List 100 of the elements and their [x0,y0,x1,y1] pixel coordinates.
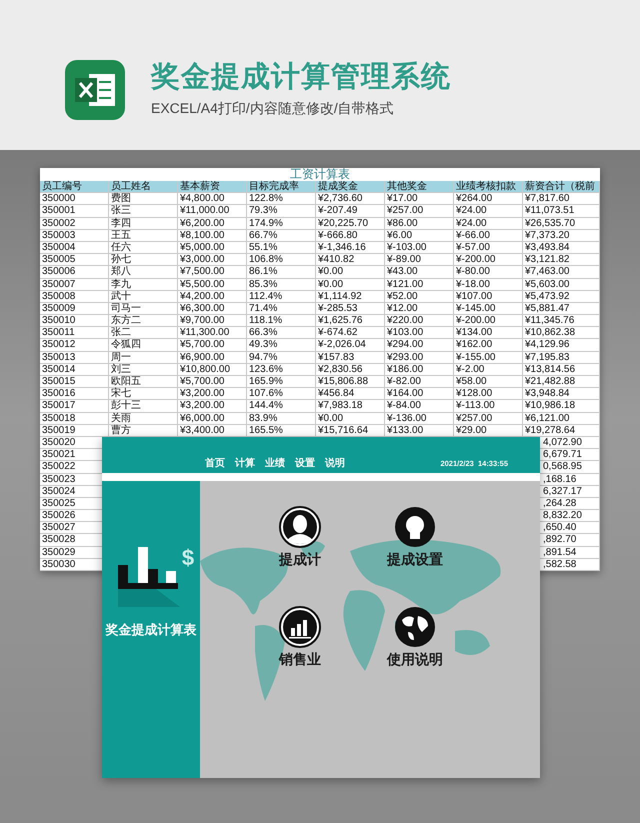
table-cell: ¥1,114.92 [316,290,385,303]
table-cell: 刘三 [109,364,178,376]
table-cell: ¥3,000.00 [178,254,247,266]
table-cell: ¥257.00 [385,205,454,218]
table-cell: ¥264.00 [454,193,523,206]
table-cell: 张二 [109,327,178,340]
column-header: 基本薪资 [178,181,247,194]
menu-tile-button[interactable]: 提成计 [279,506,321,569]
table-cell: ¥5,500.00 [178,278,247,291]
table-cell: ¥0.00 [316,412,385,425]
table-cell: ¥15,806.88 [316,376,385,388]
table-cell: ¥52.00 [385,290,454,303]
table-cell: ¥4,200.00 [178,290,247,303]
table-cell: ¥6.00 [385,230,454,242]
table-cell: 86.1% [247,266,316,278]
table-cell: 79.3% [247,205,316,218]
table-cell: ¥17.00 [385,193,454,206]
table-cell: 144.4% [247,400,316,413]
globe-icon [394,606,436,648]
table-cell: 350003 [40,230,109,242]
table-cell: ¥6,900.00 [178,352,247,364]
table-cell: ¥2,830.56 [316,364,385,376]
table-cell: ¥24.00 [454,218,523,230]
table-cell: ¥-18.00 [454,278,523,291]
nav-link[interactable]: 设置 [295,458,315,470]
table-cell: 350011 [40,327,109,340]
nav-link[interactable]: 计算 [235,458,255,470]
table-cell: ¥-200.00 [454,315,523,328]
table-cell: 71.4% [247,302,316,316]
table-cell: ¥0.00 [316,266,385,278]
column-header: 员工编号 [40,181,109,194]
menu-tile-button[interactable]: 销售业 [279,606,321,669]
table-cell: 123.6% [247,364,316,376]
table-cell: 174.9% [247,218,316,230]
table-cell: 欧阳五 [109,376,178,388]
table-cell: ¥220.00 [385,315,454,328]
table-cell: ¥3,948.84 [523,388,600,400]
table-cell: ¥-2.00 [454,364,523,376]
table-cell: ¥7,817.60 [523,193,600,206]
table-cell: ¥293.00 [385,352,454,364]
table-cell: ¥-674.62 [316,327,385,340]
menu-tile-button[interactable]: 使用说明 [387,606,443,669]
table-cell: ¥103.00 [385,327,454,340]
table-cell: 任六 [109,242,178,254]
table-cell: 350005 [40,254,109,266]
table-cell: ¥11,300.00 [178,327,247,340]
table-cell: ¥-84.00 [385,400,454,413]
table-cell: ¥11,345.76 [523,315,600,328]
table-cell: 118.1% [247,315,316,328]
table-cell: 350015 [40,376,109,388]
table-cell: 350004 [40,242,109,254]
table-cell: ¥3,121.82 [523,254,600,266]
table-cell: ¥-2,026.04 [316,339,385,352]
table-cell: ¥24.00 [454,205,523,218]
table-cell: ¥-136.00 [385,412,454,425]
table-cell: 165.9% [247,376,316,388]
table-cell: ¥7,500.00 [178,266,247,278]
table-cell: 350012 [40,339,109,352]
table-cell: 宋七 [109,388,178,400]
table-cell: ¥186.00 [385,364,454,376]
table-cell: ¥294.00 [385,339,454,352]
table-cell: 85.3% [247,278,316,291]
table-cell: ¥10,862.38 [523,327,600,340]
table-cell: 350018 [40,412,109,425]
table-cell: 郑八 [109,266,178,278]
table-cell: ¥5,000.00 [178,242,247,254]
table-cell: ¥11,073.51 [523,205,600,218]
table-cell: 彭十三 [109,400,178,413]
table-cell: 武十 [109,290,178,303]
table-cell: 350006 [40,266,109,278]
table-cell: ¥6,300.00 [178,302,247,316]
menu-tile-button[interactable]: 提成设置 [387,506,443,569]
table-cell: 350013 [40,352,109,364]
table-cell: 李九 [109,278,178,291]
table-cell: 122.8% [247,193,316,206]
table-cell: 350019 [40,424,109,437]
table-cell: ¥-89.00 [385,254,454,266]
table-cell: 350007 [40,278,109,291]
table-cell: ¥134.00 [454,327,523,340]
table-cell: 张三 [109,205,178,218]
column-header: 业绩考核扣款 [454,181,523,194]
table-cell: ¥-57.00 [454,242,523,254]
table-cell: ¥-103.00 [385,242,454,254]
table-cell: 94.7% [247,352,316,364]
table-cell: 东方二 [109,315,178,328]
nav-link[interactable]: 首页 [205,458,225,470]
sidebar-title: 奖金提成计算表 [106,621,196,639]
table-cell: ¥21,482.88 [523,376,600,388]
table-cell: 83.9% [247,412,316,425]
nav-link[interactable]: 说明 [325,458,345,470]
table-cell: ¥-200.00 [454,254,523,266]
table-cell: ¥10,800.00 [178,364,247,376]
table-cell: ¥10,986.18 [523,400,600,413]
table-cell: ¥164.00 [385,388,454,400]
table-cell: 49.3% [247,339,316,352]
table-cell: ¥5,473.92 [523,290,600,303]
nav-link[interactable]: 业绩 [265,458,285,470]
table-cell: 66.3% [247,327,316,340]
table-cell: ¥43.00 [385,266,454,278]
table-cell: ¥1,625.76 [316,315,385,328]
